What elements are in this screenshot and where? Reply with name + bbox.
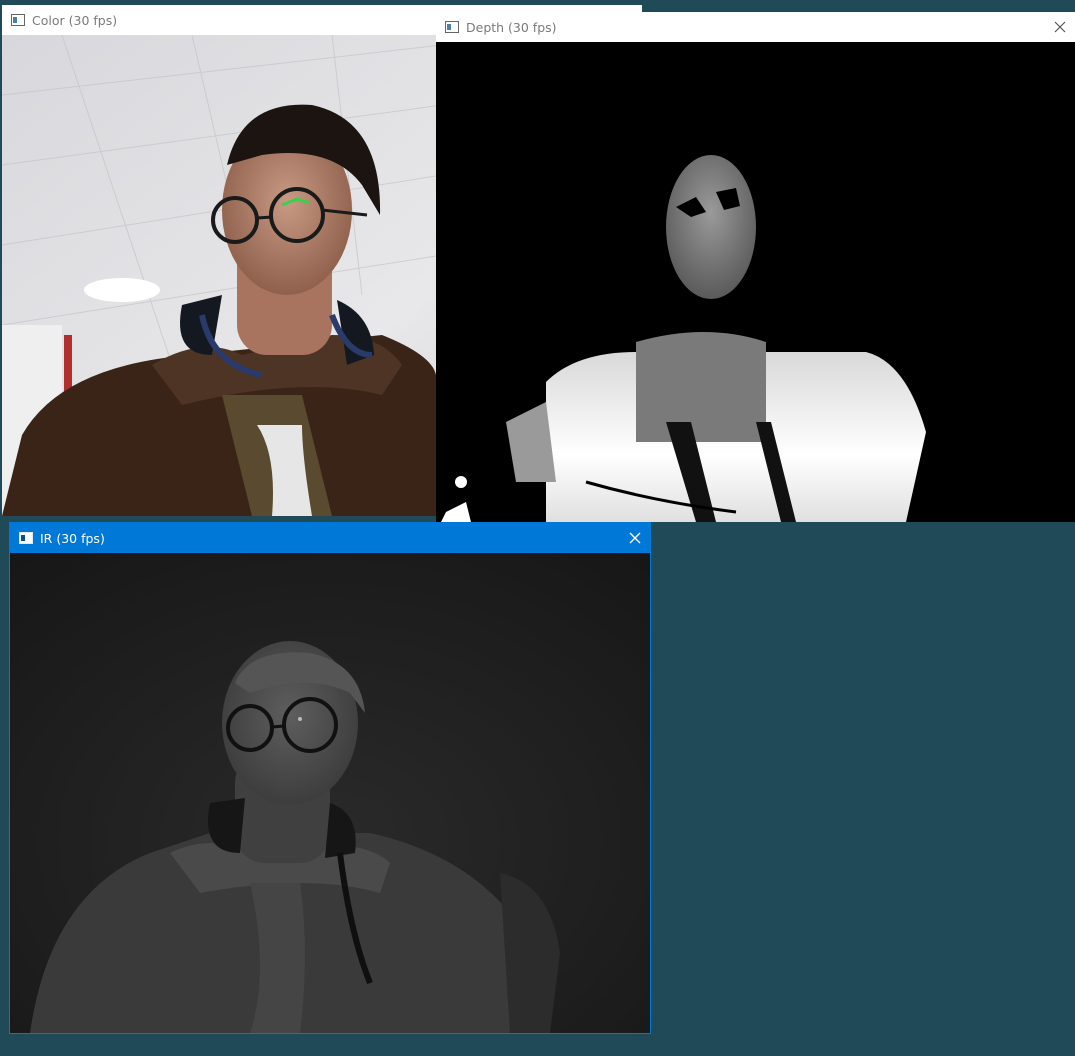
ir-window[interactable]: IR (30 fps) bbox=[9, 522, 651, 1034]
ir-video-feed bbox=[10, 553, 650, 1033]
depth-video-feed bbox=[436, 42, 1075, 522]
close-icon[interactable] bbox=[620, 523, 650, 553]
depth-window-title: Depth (30 fps) bbox=[466, 19, 557, 35]
ir-window-titlebar[interactable]: IR (30 fps) bbox=[10, 523, 650, 553]
depth-window[interactable]: Depth (30 fps) bbox=[436, 12, 1075, 522]
window-app-icon bbox=[19, 532, 33, 544]
color-window-title: Color (30 fps) bbox=[32, 12, 118, 28]
window-app-icon bbox=[11, 14, 25, 26]
ir-window-title: IR (30 fps) bbox=[40, 530, 105, 546]
window-app-icon bbox=[445, 21, 459, 33]
depth-window-titlebar[interactable]: Depth (30 fps) bbox=[436, 12, 1075, 42]
close-icon[interactable] bbox=[1045, 12, 1075, 42]
